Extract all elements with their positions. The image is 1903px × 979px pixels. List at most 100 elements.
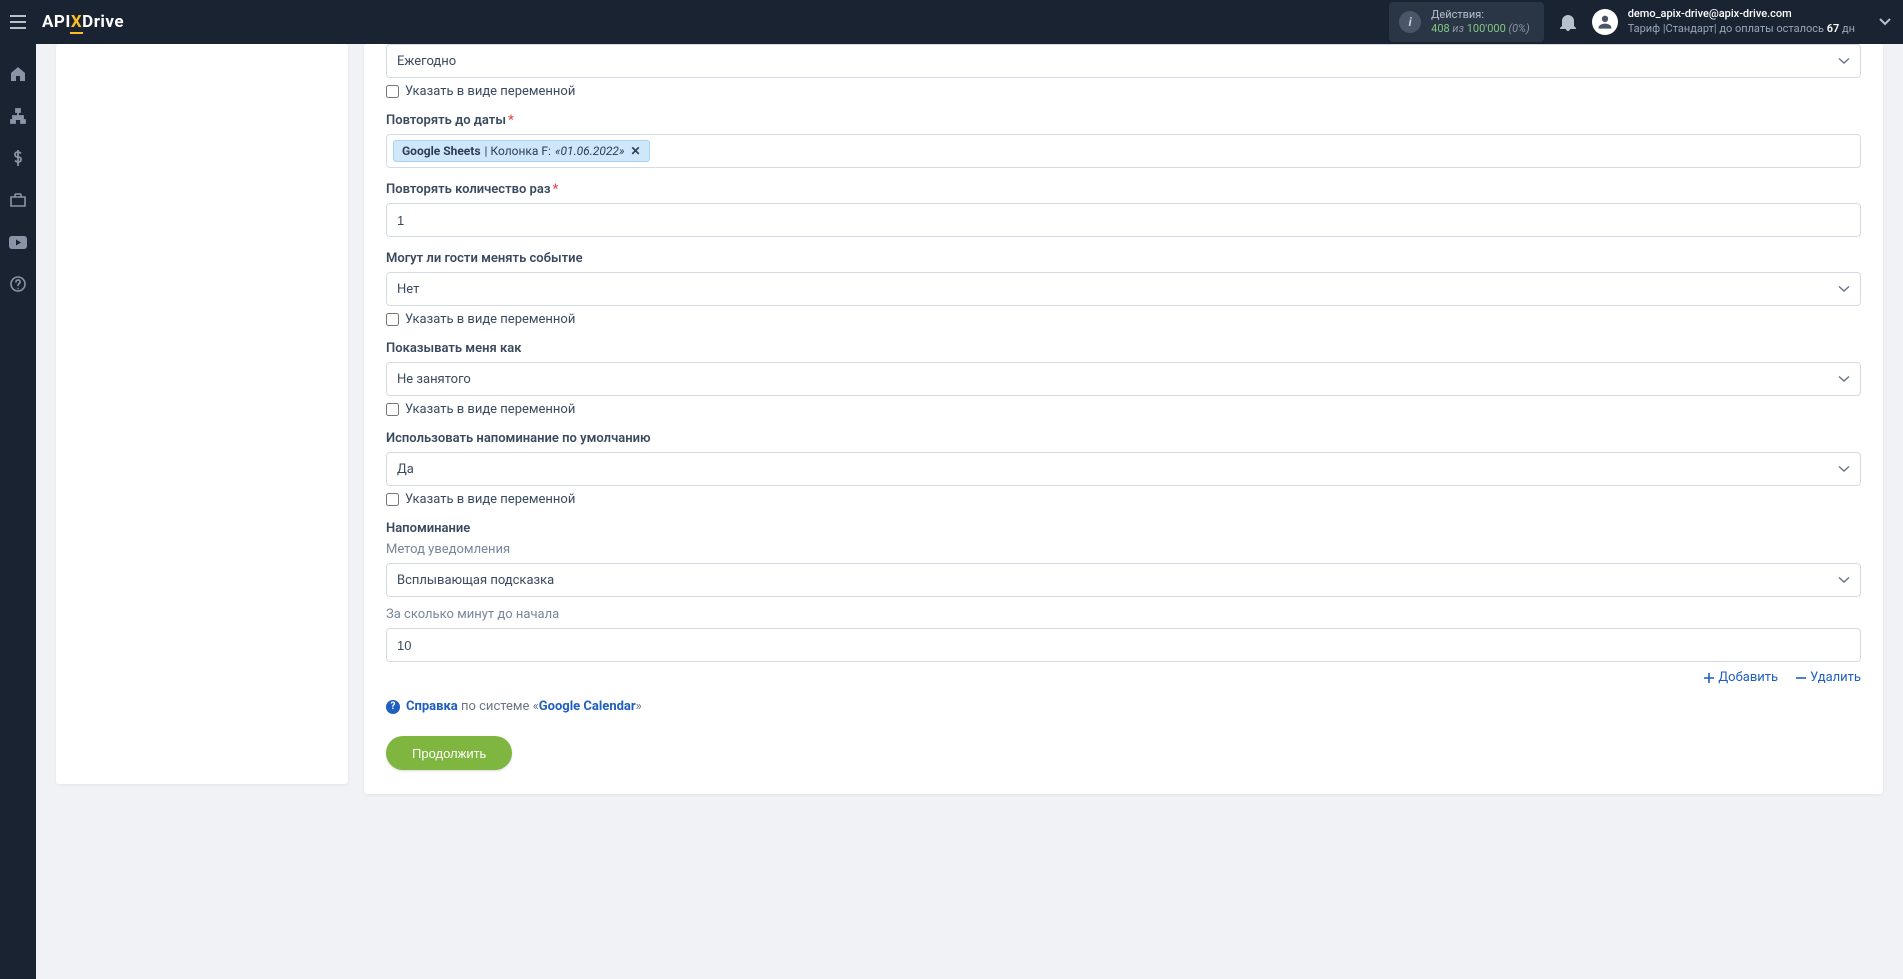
user-plan: Тариф |Стандарт| до оплаты осталось 67 д… bbox=[1628, 22, 1855, 37]
chevron-down-icon bbox=[1879, 18, 1891, 26]
guests-modify-variable-checkbox[interactable] bbox=[386, 313, 399, 326]
chevron-down-icon bbox=[1838, 465, 1850, 473]
info-icon: i bbox=[1399, 11, 1421, 33]
repeat-until-input[interactable]: Google Sheets | Колонка F: «01.06.2022» … bbox=[386, 134, 1861, 168]
chevron-down-icon bbox=[1838, 375, 1850, 383]
guests-modify-group: Могут ли гости менять событие Нет Указат… bbox=[386, 251, 1861, 327]
reminder-method-label: Метод уведомления bbox=[386, 542, 1861, 557]
logo-text-post: Drive bbox=[82, 12, 124, 32]
pill-value: «01.06.2022» bbox=[555, 144, 625, 158]
reminder-label: Напоминание bbox=[386, 521, 1861, 536]
reminder-minutes-input[interactable] bbox=[397, 638, 1850, 653]
avatar bbox=[1592, 9, 1618, 35]
reminder-minutes-input-wrap[interactable] bbox=[386, 628, 1861, 662]
logo-text-x: X bbox=[71, 12, 82, 32]
bell-icon bbox=[1560, 13, 1576, 31]
chevron-down-icon bbox=[1838, 57, 1850, 65]
user-icon bbox=[1597, 14, 1613, 30]
dollar-icon bbox=[13, 150, 23, 166]
chevron-down-icon bbox=[1838, 576, 1850, 584]
help-link[interactable]: ? Справка по системе «Google Calendar» bbox=[386, 699, 1861, 714]
repeat-count-group: Повторять количество раз* bbox=[386, 182, 1861, 237]
plan-prefix: Тариф |Стандарт| до оплаты осталось bbox=[1628, 22, 1827, 35]
required-mark: * bbox=[553, 182, 559, 197]
reminder-method-select[interactable]: Всплывающая подсказка bbox=[386, 563, 1861, 597]
user-menu[interactable]: demo_apix-drive@apix-drive.com Тариф |Ст… bbox=[1592, 7, 1891, 37]
continue-button[interactable]: Продолжить bbox=[386, 736, 512, 770]
guests-modify-label: Могут ли гости менять событие bbox=[386, 251, 1861, 266]
guests-modify-value: Нет bbox=[397, 282, 1838, 297]
frequency-variable-row[interactable]: Указать в виде переменной bbox=[386, 84, 1861, 99]
user-email: demo_apix-drive@apix-drive.com bbox=[1628, 7, 1855, 22]
actions-sep: из bbox=[1452, 22, 1464, 35]
actions-pct: (0%) bbox=[1509, 22, 1530, 35]
actions-label: Действия: bbox=[1431, 8, 1530, 22]
show-me-as-variable-row[interactable]: Указать в виде переменной bbox=[386, 402, 1861, 417]
actions-used: 408 bbox=[1431, 22, 1450, 35]
sidebar-home[interactable] bbox=[0, 62, 36, 86]
left-sidebar bbox=[0, 44, 36, 979]
repeat-count-input-wrap[interactable] bbox=[386, 203, 1861, 237]
required-mark: * bbox=[508, 113, 514, 128]
default-reminder-select[interactable]: Да bbox=[386, 452, 1861, 486]
sidebar-connections[interactable] bbox=[0, 104, 36, 128]
notifications-button[interactable] bbox=[1560, 13, 1576, 31]
guests-modify-select[interactable]: Нет bbox=[386, 272, 1861, 306]
show-me-as-variable-label: Указать в виде переменной bbox=[405, 402, 575, 417]
sidebar-help[interactable] bbox=[0, 272, 36, 296]
default-reminder-group: Использовать напоминание по умолчанию Да… bbox=[386, 431, 1861, 507]
repeat-until-label-text: Повторять до даты bbox=[386, 113, 506, 128]
frequency-group: Ежегодно Указать в виде переменной bbox=[386, 44, 1861, 99]
repeat-count-label: Повторять количество раз* bbox=[386, 182, 1861, 197]
user-text: demo_apix-drive@apix-drive.com Тариф |Ст… bbox=[1628, 7, 1855, 37]
variable-pill: Google Sheets | Колонка F: «01.06.2022» … bbox=[393, 140, 650, 162]
help-circle-icon bbox=[10, 276, 26, 292]
reminder-group: Напоминание Метод уведомления Всплывающа… bbox=[386, 521, 1861, 685]
help-middle: по системе « bbox=[458, 699, 539, 714]
plan-suffix: дн bbox=[1839, 22, 1855, 35]
plan-days: 67 bbox=[1827, 22, 1840, 35]
show-me-as-select[interactable]: Не занятого bbox=[386, 362, 1861, 396]
minus-icon bbox=[1796, 673, 1806, 683]
actions-total: 100'000 bbox=[1467, 22, 1506, 35]
reminder-minutes-label: За сколько минут до начала bbox=[386, 607, 1861, 622]
show-me-as-value: Не занятого bbox=[397, 372, 1838, 387]
guests-modify-variable-label: Указать в виде переменной bbox=[405, 312, 575, 327]
logo[interactable]: APIXDrive bbox=[42, 12, 124, 32]
frequency-select[interactable]: Ежегодно bbox=[386, 44, 1861, 78]
repeat-count-input[interactable] bbox=[397, 213, 1850, 228]
frequency-variable-checkbox[interactable] bbox=[386, 85, 399, 98]
help-suffix: » bbox=[636, 699, 642, 714]
remove-reminder-link[interactable]: Удалить bbox=[1796, 670, 1861, 685]
question-circle-icon: ? bbox=[386, 700, 400, 714]
menu-toggle-button[interactable] bbox=[0, 0, 36, 44]
reminder-actions: Добавить Удалить bbox=[386, 670, 1861, 685]
main-content: Ежегодно Указать в виде переменной Повто… bbox=[36, 44, 1903, 814]
default-reminder-variable-row[interactable]: Указать в виде переменной bbox=[386, 492, 1861, 507]
sidebar-billing[interactable] bbox=[0, 146, 36, 170]
hamburger-icon bbox=[10, 15, 26, 29]
add-reminder-link[interactable]: Добавить bbox=[1704, 670, 1778, 685]
help-word: Справка bbox=[406, 699, 458, 714]
sidebar-briefcase[interactable] bbox=[0, 188, 36, 212]
repeat-count-label-text: Повторять количество раз bbox=[386, 182, 551, 197]
show-me-as-variable-checkbox[interactable] bbox=[386, 403, 399, 416]
help-system: Google Calendar bbox=[539, 699, 636, 714]
repeat-until-group: Повторять до даты* Google Sheets | Колон… bbox=[386, 113, 1861, 168]
pill-remove-button[interactable]: ✕ bbox=[630, 144, 640, 158]
frequency-value: Ежегодно bbox=[397, 54, 1838, 69]
repeat-until-label: Повторять до даты* bbox=[386, 113, 1861, 128]
show-me-as-group: Показывать меня как Не занятого Указать … bbox=[386, 341, 1861, 417]
guests-modify-variable-row[interactable]: Указать в виде переменной bbox=[386, 312, 1861, 327]
pill-source: Google Sheets bbox=[402, 144, 481, 158]
default-reminder-variable-checkbox[interactable] bbox=[386, 493, 399, 506]
actions-quota-box[interactable]: i Действия: 408 из 100'000 (0%) bbox=[1389, 2, 1544, 43]
add-reminder-text: Добавить bbox=[1718, 670, 1778, 685]
default-reminder-label: Использовать напоминание по умолчанию bbox=[386, 431, 1861, 446]
plus-icon bbox=[1704, 673, 1714, 683]
top-navbar: APIXDrive i Действия: 408 из 100'000 (0%… bbox=[0, 0, 1903, 44]
form-panel: Ежегодно Указать в виде переменной Повто… bbox=[364, 44, 1883, 794]
sidebar-video[interactable] bbox=[0, 230, 36, 254]
youtube-icon bbox=[9, 236, 27, 249]
frequency-variable-label: Указать в виде переменной bbox=[405, 84, 575, 99]
